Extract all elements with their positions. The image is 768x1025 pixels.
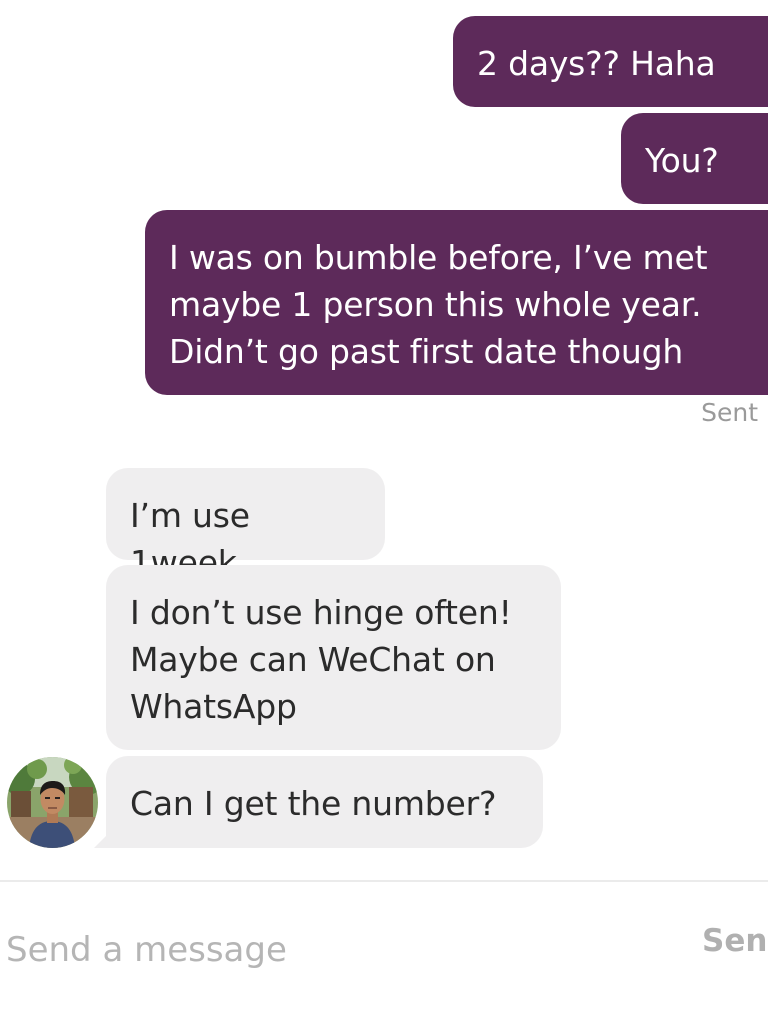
message-status: Sent <box>701 398 758 427</box>
outgoing-message[interactable]: I was on bumble before, I’ve met maybe 1… <box>145 210 768 395</box>
outgoing-message[interactable]: You? <box>621 113 768 204</box>
message-input[interactable] <box>6 920 646 980</box>
chat-screen: 2 days?? Haha You? I was on bumble befor… <box>0 0 768 1025</box>
avatar[interactable] <box>7 757 98 848</box>
incoming-message[interactable]: I don’t use hinge often! Maybe can WeCha… <box>106 565 561 750</box>
incoming-message[interactable]: I’m use 1week <box>106 468 385 582</box>
outgoing-message[interactable]: 2 days?? Haha <box>453 16 768 107</box>
incoming-message[interactable]: Can I get the number? <box>94 756 543 848</box>
send-button[interactable]: Send <box>702 923 768 973</box>
composer-divider <box>0 880 768 882</box>
